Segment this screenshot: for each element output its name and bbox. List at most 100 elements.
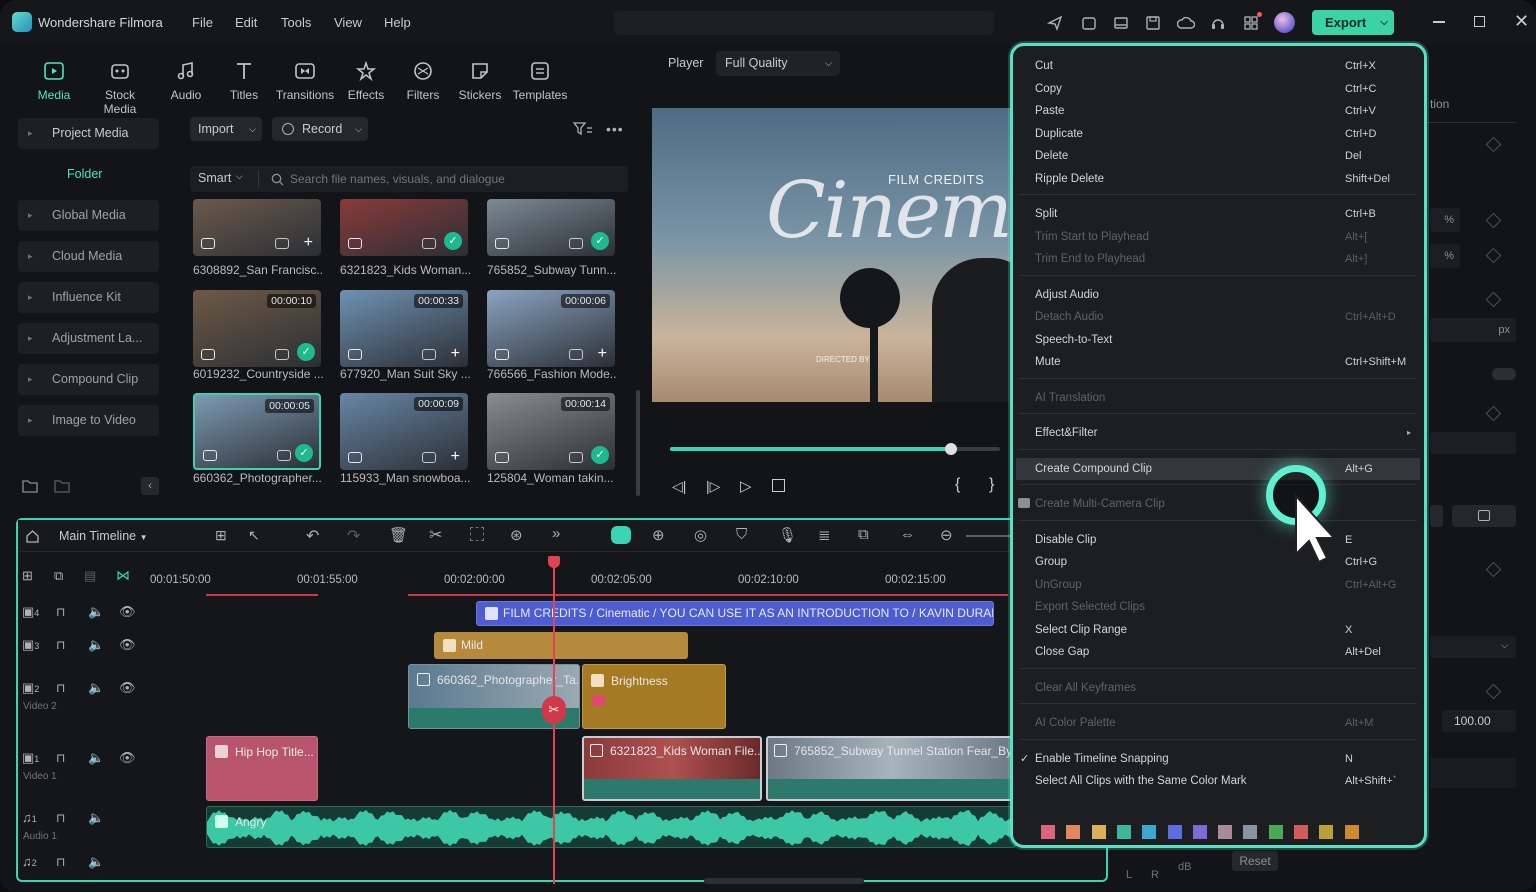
menu-item-select-clip-range[interactable]: Select Clip Range X [1035, 621, 1413, 639]
zoom-out-icon[interactable]: ⊖ [940, 526, 953, 544]
color-mark-swatch[interactable] [1319, 825, 1334, 839]
color-mark-swatch[interactable] [1243, 825, 1258, 839]
link-icon[interactable]: ⧉ [54, 568, 63, 584]
playhead-handle[interactable] [548, 556, 560, 568]
sidebar-item-compound-clip[interactable]: Compound Clip [18, 364, 159, 395]
lock-icon[interactable]: ⊓ [56, 811, 65, 825]
microphone-icon[interactable]: 🎙 [778, 526, 797, 544]
save-icon[interactable] [1144, 14, 1162, 32]
add-icon[interactable]: + [598, 346, 607, 362]
keyframe-diamond-icon[interactable] [1485, 291, 1502, 308]
scissors-icon[interactable]: ✂ [429, 525, 442, 545]
media-thumbnail[interactable]: ✓ [487, 199, 615, 256]
redo-icon[interactable]: ↷ [347, 526, 360, 546]
menu-item-adjust-audio[interactable]: Adjust Audio [1035, 286, 1413, 304]
menu-item-disable-clip[interactable]: Disable Clip E [1035, 531, 1413, 549]
lock-icon[interactable]: ⊓ [56, 605, 65, 619]
lock-icon[interactable]: ⊓ [56, 855, 65, 869]
tab-stock-media[interactable]: Stock Media [88, 60, 152, 116]
chevron-down-icon[interactable]: ⌵ [236, 171, 243, 182]
sidebar-item-image-to-video[interactable]: Image to Video [18, 405, 159, 436]
eye-icon[interactable]: 👁 [119, 604, 136, 620]
color-mark-swatch[interactable] [1268, 825, 1283, 839]
lock-icon[interactable]: ⊓ [56, 751, 65, 765]
menu-edit[interactable]: Edit [235, 15, 257, 30]
media-thumbnail[interactable]: 00:00:33 + [340, 290, 468, 367]
speaker-icon[interactable]: 🔈 [88, 750, 104, 766]
tab-filters[interactable]: Filters [391, 60, 455, 102]
previous-frame-icon[interactable]: ◁| [672, 478, 686, 495]
keyframe-diamond-icon[interactable] [1485, 136, 1502, 153]
mark-in-icon[interactable]: { [955, 476, 960, 494]
split-scissors-icon[interactable]: ✂ [542, 696, 566, 724]
speaker-icon[interactable]: 🔈 [88, 680, 104, 696]
audio-clip-angry[interactable]: Angry [206, 806, 1016, 848]
sidebar-item-global-media[interactable]: Global Media [18, 200, 159, 231]
toggle-switch[interactable] [1492, 368, 1516, 380]
media-thumbnail[interactable]: 00:00:09 + [340, 393, 468, 470]
media-thumbnail[interactable]: ✓ [340, 199, 468, 256]
menu-item-effect-filter[interactable]: Effect&Filter ▸ [1035, 424, 1413, 442]
tab-audio[interactable]: Audio [154, 60, 218, 102]
search-input[interactable] [290, 170, 610, 188]
eye-icon[interactable]: 👁 [119, 680, 136, 696]
keyframe-diamond-icon[interactable] [1485, 212, 1502, 229]
import-button[interactable]: Import ⌵ [190, 117, 262, 141]
collapse-sidebar-button[interactable]: ‹ [141, 477, 159, 495]
track-height-icon[interactable]: ▤ [84, 568, 96, 584]
crop-icon[interactable] [470, 527, 484, 541]
media-thumbnail[interactable]: 00:00:10 ✓ [193, 290, 321, 367]
auto-reframe-icon[interactable]: ⧉ [858, 526, 869, 543]
grid-layout-icon[interactable]: ⊞ [215, 527, 227, 544]
calendar-icon[interactable] [1080, 14, 1098, 32]
sidebar-item-cloud-media[interactable]: Cloud Media [18, 241, 159, 272]
effect-clip-mild[interactable]: Mild [434, 632, 688, 659]
minimize-icon[interactable] [1433, 21, 1445, 23]
export-button[interactable]: Export ⌵ [1312, 10, 1394, 35]
color-mark-swatch[interactable] [1218, 825, 1233, 839]
user-avatar[interactable] [1274, 12, 1295, 33]
lock-icon[interactable]: ⊓ [56, 681, 65, 695]
media-thumbnail[interactable]: 00:00:06 + [487, 290, 615, 367]
next-frame-icon[interactable]: |▷ [706, 478, 720, 495]
menu-item-group[interactable]: Group Ctrl+G [1035, 553, 1413, 571]
menu-item-duplicate[interactable]: Duplicate Ctrl+D [1035, 125, 1413, 143]
position-unit[interactable]: px [1430, 318, 1516, 342]
panel-button[interactable] [1430, 505, 1443, 527]
media-thumbnail[interactable]: 00:00:05 ✓ [193, 393, 321, 470]
record-button[interactable]: Record ⌵ [272, 117, 368, 141]
title-clip-hiphop[interactable]: Hip Hop Title... [206, 736, 318, 801]
play-icon[interactable]: ▷ [740, 477, 752, 495]
layout-icon[interactable] [1112, 14, 1130, 32]
tab-media[interactable]: Media [22, 60, 86, 102]
fit-icon[interactable]: ⇔ [900, 526, 915, 543]
tab-stickers[interactable]: Stickers [448, 60, 512, 102]
tab-titles[interactable]: Titles [212, 60, 276, 102]
keyframe-diamond-icon[interactable] [1485, 247, 1502, 264]
zoom-slider[interactable] [966, 535, 1016, 537]
speaker-icon[interactable]: 🔈 [88, 810, 104, 826]
color-mark-swatch[interactable] [1091, 825, 1106, 839]
cloud-upload-icon[interactable] [1177, 14, 1195, 32]
sidebar-item-influence-kit[interactable]: Influence Kit [18, 282, 159, 313]
more-tools-icon[interactable]: » [552, 525, 560, 542]
menu-item-ripple-delete[interactable]: Ripple Delete Shift+Del [1035, 170, 1413, 188]
keyframe-diamond-icon[interactable] [1485, 405, 1502, 422]
add-icon[interactable]: + [304, 235, 313, 251]
menu-item-copy[interactable]: Copy Ctrl+C [1035, 80, 1413, 98]
add-icon[interactable]: + [451, 346, 460, 362]
stop-icon[interactable] [772, 479, 785, 492]
sidebar-folder[interactable]: Folder [67, 167, 102, 181]
more-options-icon[interactable]: ••• [606, 121, 624, 137]
sidebar-project-media[interactable]: Project Media [18, 118, 159, 149]
snap-magnet-icon[interactable]: ⋈ [116, 567, 130, 584]
menu-item-enable-timeline-snapping[interactable]: Enable Timeline Snapping N ✓ [1020, 750, 1413, 768]
color-mark-swatch[interactable] [1344, 825, 1359, 839]
ai-mate-icon[interactable] [611, 526, 631, 544]
menu-item-cut[interactable]: Cut Ctrl+X [1035, 57, 1413, 75]
close-icon[interactable]: ✕ [1514, 11, 1529, 32]
quality-dropdown[interactable]: Full Quality ⌵ [716, 51, 840, 76]
menu-item-split[interactable]: Split Ctrl+B [1035, 205, 1413, 223]
reset-button[interactable]: Reset [1232, 851, 1278, 871]
tab-effects[interactable]: Effects [334, 60, 398, 102]
